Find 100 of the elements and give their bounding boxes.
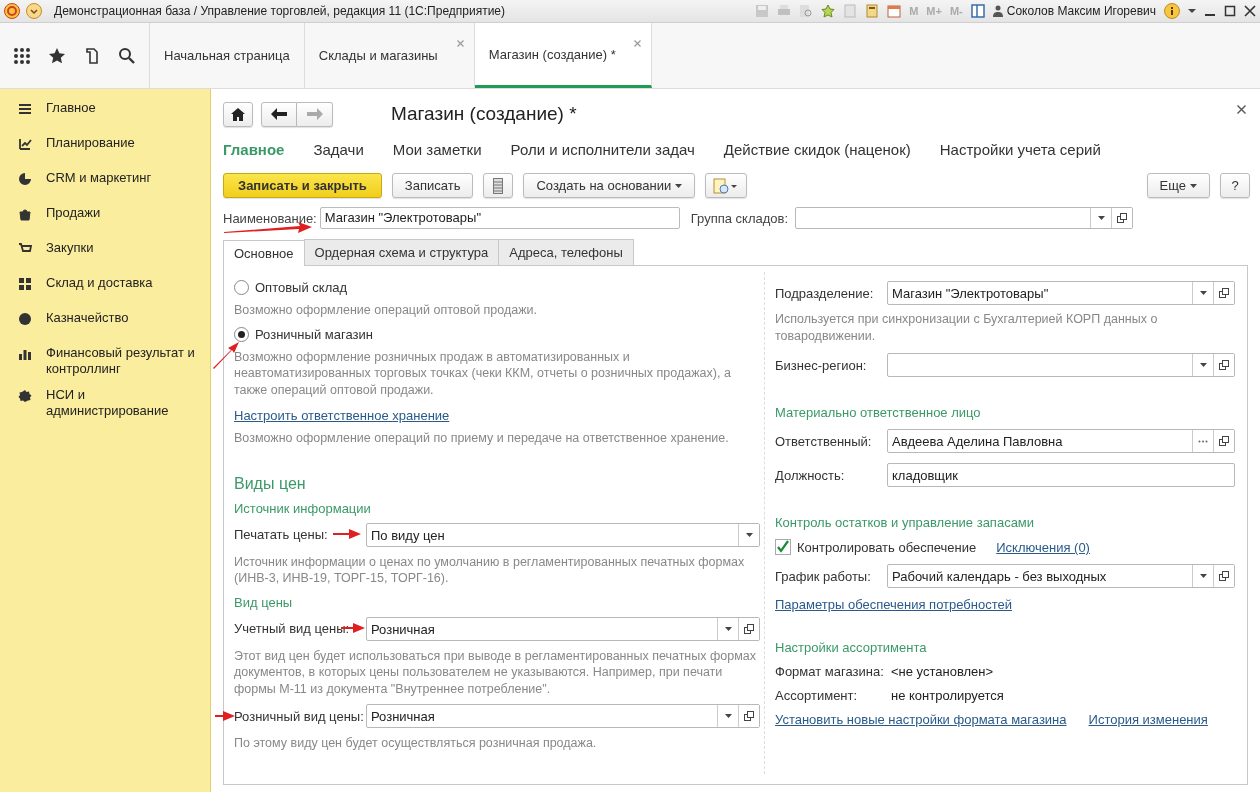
check-icon [776, 540, 790, 554]
maximize-icon[interactable] [1224, 5, 1236, 17]
open-button[interactable] [1111, 208, 1133, 228]
form-title: Магазин (создание) * [391, 103, 577, 125]
back-arrow-icon [271, 108, 287, 120]
close-icon[interactable] [1244, 5, 1256, 17]
dropdown-button[interactable] [738, 523, 759, 546]
input-field[interactable] [887, 353, 1235, 377]
link[interactable]: История изменения [1088, 712, 1208, 727]
caret-icon [675, 183, 683, 188]
link[interactable]: Установить новые настройки формата магазина [775, 712, 1067, 727]
form-nav-link[interactable]: Главное [223, 140, 285, 158]
window-title: Демонстрационная база / Управление торговлей, редакция 11 (1С:Предприятие) [54, 4, 506, 18]
report-button[interactable] [705, 173, 748, 198]
hint-text: Возможно оформление операций по приему и передаче на ответственное хранение. [234, 430, 730, 447]
radio-button[interactable] [234, 280, 249, 295]
sidebar-item[interactable]: Финансовый результат и контроллинг [46, 345, 200, 377]
home-button[interactable] [223, 101, 253, 127]
list-icon [493, 177, 504, 194]
calendar-icon[interactable] [887, 4, 902, 18]
field-label: Ассортимент: [775, 688, 859, 703]
close-icon[interactable] [1237, 105, 1246, 114]
section-icon [18, 277, 32, 291]
link[interactable]: Настроить ответственное хранение [234, 408, 450, 423]
field-label: Должность: [775, 467, 845, 483]
input-field[interactable]: кладовщик [887, 463, 1235, 487]
windows-icon [1219, 360, 1229, 370]
section-icon [18, 207, 32, 221]
input-field[interactable]: Розничная [366, 704, 760, 728]
sidebar-item[interactable]: Главное [46, 100, 96, 116]
apps-grid-icon[interactable] [12, 46, 31, 65]
caret-icon [1199, 363, 1207, 367]
window-tab[interactable]: Начальная страница [150, 23, 305, 88]
radio-label: Розничный магазин [255, 326, 373, 342]
field-label: Группа складов: [690, 210, 789, 226]
star-icon[interactable] [821, 4, 836, 18]
caret-icon[interactable] [1188, 8, 1196, 14]
sidebar-item[interactable]: Продажи [46, 205, 101, 221]
panel-icon[interactable] [970, 4, 985, 18]
caret-icon [745, 532, 753, 537]
more-button[interactable]: Еще [1146, 173, 1210, 198]
radio-button[interactable] [234, 326, 249, 342]
caret-icon [1190, 183, 1197, 188]
link[interactable]: Исключения (0) [996, 539, 1090, 555]
home-icon [231, 107, 245, 121]
section-icon [18, 137, 32, 151]
sidebar-item[interactable]: Склад и доставка [46, 275, 153, 291]
form-tab[interactable]: Адреса, телефоны [498, 239, 634, 265]
checkbox[interactable] [775, 539, 791, 555]
field-label: Формат магазина: [775, 664, 885, 679]
section-icon [18, 172, 32, 186]
input-field[interactable]: Магазин "Электротовары" [887, 281, 1235, 305]
open-button[interactable] [738, 617, 759, 640]
window-tab[interactable]: Магазин (создание) * [474, 23, 652, 88]
create-based-button[interactable]: Создать на основании [523, 173, 696, 198]
form-nav-link[interactable]: Настройки учета серий [939, 140, 1101, 158]
name-input[interactable]: Магазин "Электротовары" [319, 207, 680, 229]
save-button[interactable]: Записать [391, 173, 474, 198]
form-nav-link[interactable]: Мои заметки [392, 140, 482, 158]
annotation-arrow [333, 528, 361, 540]
open-button[interactable] [738, 705, 759, 727]
field-value: <не установлен> [891, 664, 994, 679]
open-button[interactable] [1213, 430, 1234, 452]
input-field[interactable]: Розничная [366, 616, 760, 641]
radio-label: Оптовый склад [255, 280, 348, 295]
group-combo-field[interactable] [795, 207, 1134, 229]
forward-arrow-icon [306, 108, 323, 120]
input-field[interactable]: Авдеева Аделина Павловна [887, 429, 1235, 453]
window-tab[interactable]: Склады и магазины [304, 23, 475, 88]
save-close-button[interactable]: Записать и закрыть [223, 173, 382, 198]
sidebar-item[interactable]: Закупки [46, 240, 94, 256]
form-nav-link[interactable]: Задачи [313, 140, 364, 158]
sidebar-item[interactable]: Планирование [46, 135, 135, 151]
info-icon[interactable] [1164, 3, 1180, 19]
open-button[interactable] [1213, 565, 1234, 587]
list-button[interactable] [483, 173, 514, 198]
sidebar-item[interactable]: Казначейство [46, 310, 129, 326]
star-icon[interactable] [47, 46, 66, 65]
back-button[interactable] [261, 101, 297, 127]
sidebar-item[interactable]: CRM и маркетинг [46, 170, 152, 186]
open-button[interactable] [1213, 354, 1234, 376]
form-nav-link[interactable]: Роли и исполнители задач [510, 140, 695, 158]
report-icon [713, 177, 740, 194]
help-button[interactable]: ? [1220, 173, 1250, 198]
link[interactable]: Параметры обеспечения потребностей [775, 597, 1012, 612]
group-heading: Настройки ассортимента [775, 640, 928, 655]
caret-icon [1097, 216, 1105, 220]
app-logo-icon[interactable] [4, 3, 20, 19]
user-name[interactable]: Соколов Максим Игоревич [1006, 4, 1156, 18]
sidebar-item[interactable]: НСИ и администрирование [46, 387, 200, 419]
search-icon[interactable] [118, 46, 137, 65]
form-nav-link[interactable]: Действие скидок (наценок) [723, 140, 911, 158]
input-field[interactable]: По виду цен [366, 522, 760, 547]
form-tab[interactable]: Основное [223, 240, 305, 266]
menu-caret-icon[interactable] [26, 3, 42, 19]
form-tab[interactable]: Ордерная схема и структура [303, 239, 500, 265]
input-field[interactable]: Рабочий календарь - без выходных [887, 564, 1235, 588]
open-button[interactable] [1213, 282, 1234, 304]
hint-text: Используется при синхронизации с Бухгалтерией КОРП данных о товародвижении. [775, 311, 1159, 344]
calculator-icon[interactable] [865, 4, 880, 18]
